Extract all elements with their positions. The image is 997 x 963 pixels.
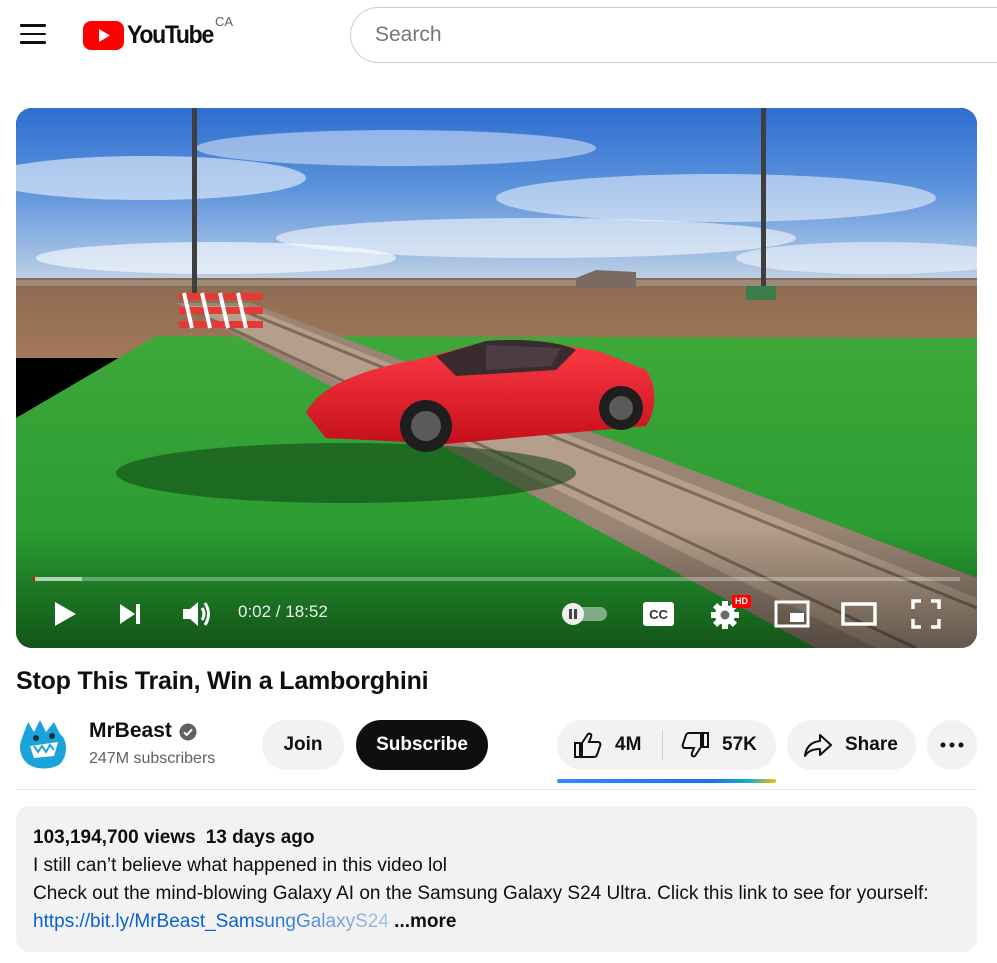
share-button[interactable]: Share: [787, 720, 916, 770]
subscribe-button[interactable]: Subscribe: [356, 720, 488, 770]
description-link-row: https://bit.ly/MrBeast_SamsungGalaxyS24 …: [33, 908, 960, 936]
like-button[interactable]: 4M: [573, 720, 641, 770]
miniplayer-icon[interactable]: [774, 600, 810, 628]
youtube-logo-text: YouTube: [127, 20, 214, 49]
more-horizontal-icon: [940, 742, 964, 748]
share-arrow-icon: [804, 734, 832, 757]
subscriber-count: 247M subscribers: [89, 750, 216, 767]
description-meta: 103,194,700 views 13 days ago: [33, 824, 960, 852]
progress-played: [33, 577, 35, 581]
search-input[interactable]: [373, 22, 997, 48]
progress-buffered: [33, 577, 83, 581]
channel-name[interactable]: MrBeast: [89, 719, 172, 743]
channel-avatar[interactable]: [16, 716, 72, 772]
menu-icon-line: [20, 41, 46, 44]
description-box[interactable]: 103,194,700 views 13 days ago I still can…: [16, 806, 977, 952]
like-dislike-group: 4M 57K: [557, 720, 776, 770]
share-label: Share: [845, 734, 898, 755]
autoplay-toggle[interactable]: [561, 602, 609, 626]
volume-icon[interactable]: [181, 599, 213, 629]
fullscreen-icon[interactable]: [911, 599, 941, 629]
sponsor-link[interactable]: https://bit.ly/MrBeast_SamsungGalaxyS24: [33, 911, 389, 932]
menu-icon-line: [20, 24, 46, 27]
svg-text:CC: CC: [649, 607, 668, 622]
more-actions-button[interactable]: [927, 720, 977, 770]
description-line: Check out the mind-blowing Galaxy AI on …: [33, 883, 929, 904]
thumbs-up-icon: [574, 732, 602, 758]
thumbs-down-icon: [681, 732, 709, 758]
description-line: I still can’t believe what happened in t…: [33, 855, 448, 876]
like-divider: [662, 730, 663, 760]
dislike-count: 57K: [722, 734, 757, 755]
video-title: Stop This Train, Win a Lamborghini: [16, 667, 429, 695]
hd-badge: HD: [732, 595, 751, 608]
masthead: YouTube CA: [0, 0, 997, 70]
menu-icon-line: [20, 32, 46, 36]
section-divider: [16, 789, 977, 790]
like-highlight-bar: [557, 779, 776, 783]
captions-icon[interactable]: CC: [642, 601, 675, 627]
time-display: 0:02 / 18:52: [238, 602, 328, 621]
video-player[interactable]: 0:02 / 18:52 CC HD: [16, 108, 977, 648]
youtube-logo[interactable]: YouTube: [83, 20, 220, 50]
next-icon[interactable]: [117, 601, 143, 627]
play-icon[interactable]: [52, 600, 78, 628]
guide-menu-button[interactable]: [12, 13, 54, 55]
youtube-logo-icon: [83, 20, 124, 50]
verified-check-icon: [179, 723, 197, 741]
controls-gradient: [16, 528, 977, 648]
country-code: CA: [215, 14, 234, 29]
join-button[interactable]: Join: [262, 720, 344, 770]
mrbeast-avatar-icon: [16, 716, 72, 772]
progress-bar[interactable]: [33, 577, 960, 581]
upload-date: 13 days ago: [205, 827, 315, 848]
like-count: 4M: [615, 734, 642, 755]
view-count: 103,194,700 views: [33, 827, 196, 848]
dislike-button[interactable]: 57K: [680, 720, 757, 770]
show-more-button[interactable]: ...more: [394, 911, 456, 932]
theater-mode-icon[interactable]: [841, 602, 877, 626]
search-box[interactable]: [350, 7, 997, 63]
